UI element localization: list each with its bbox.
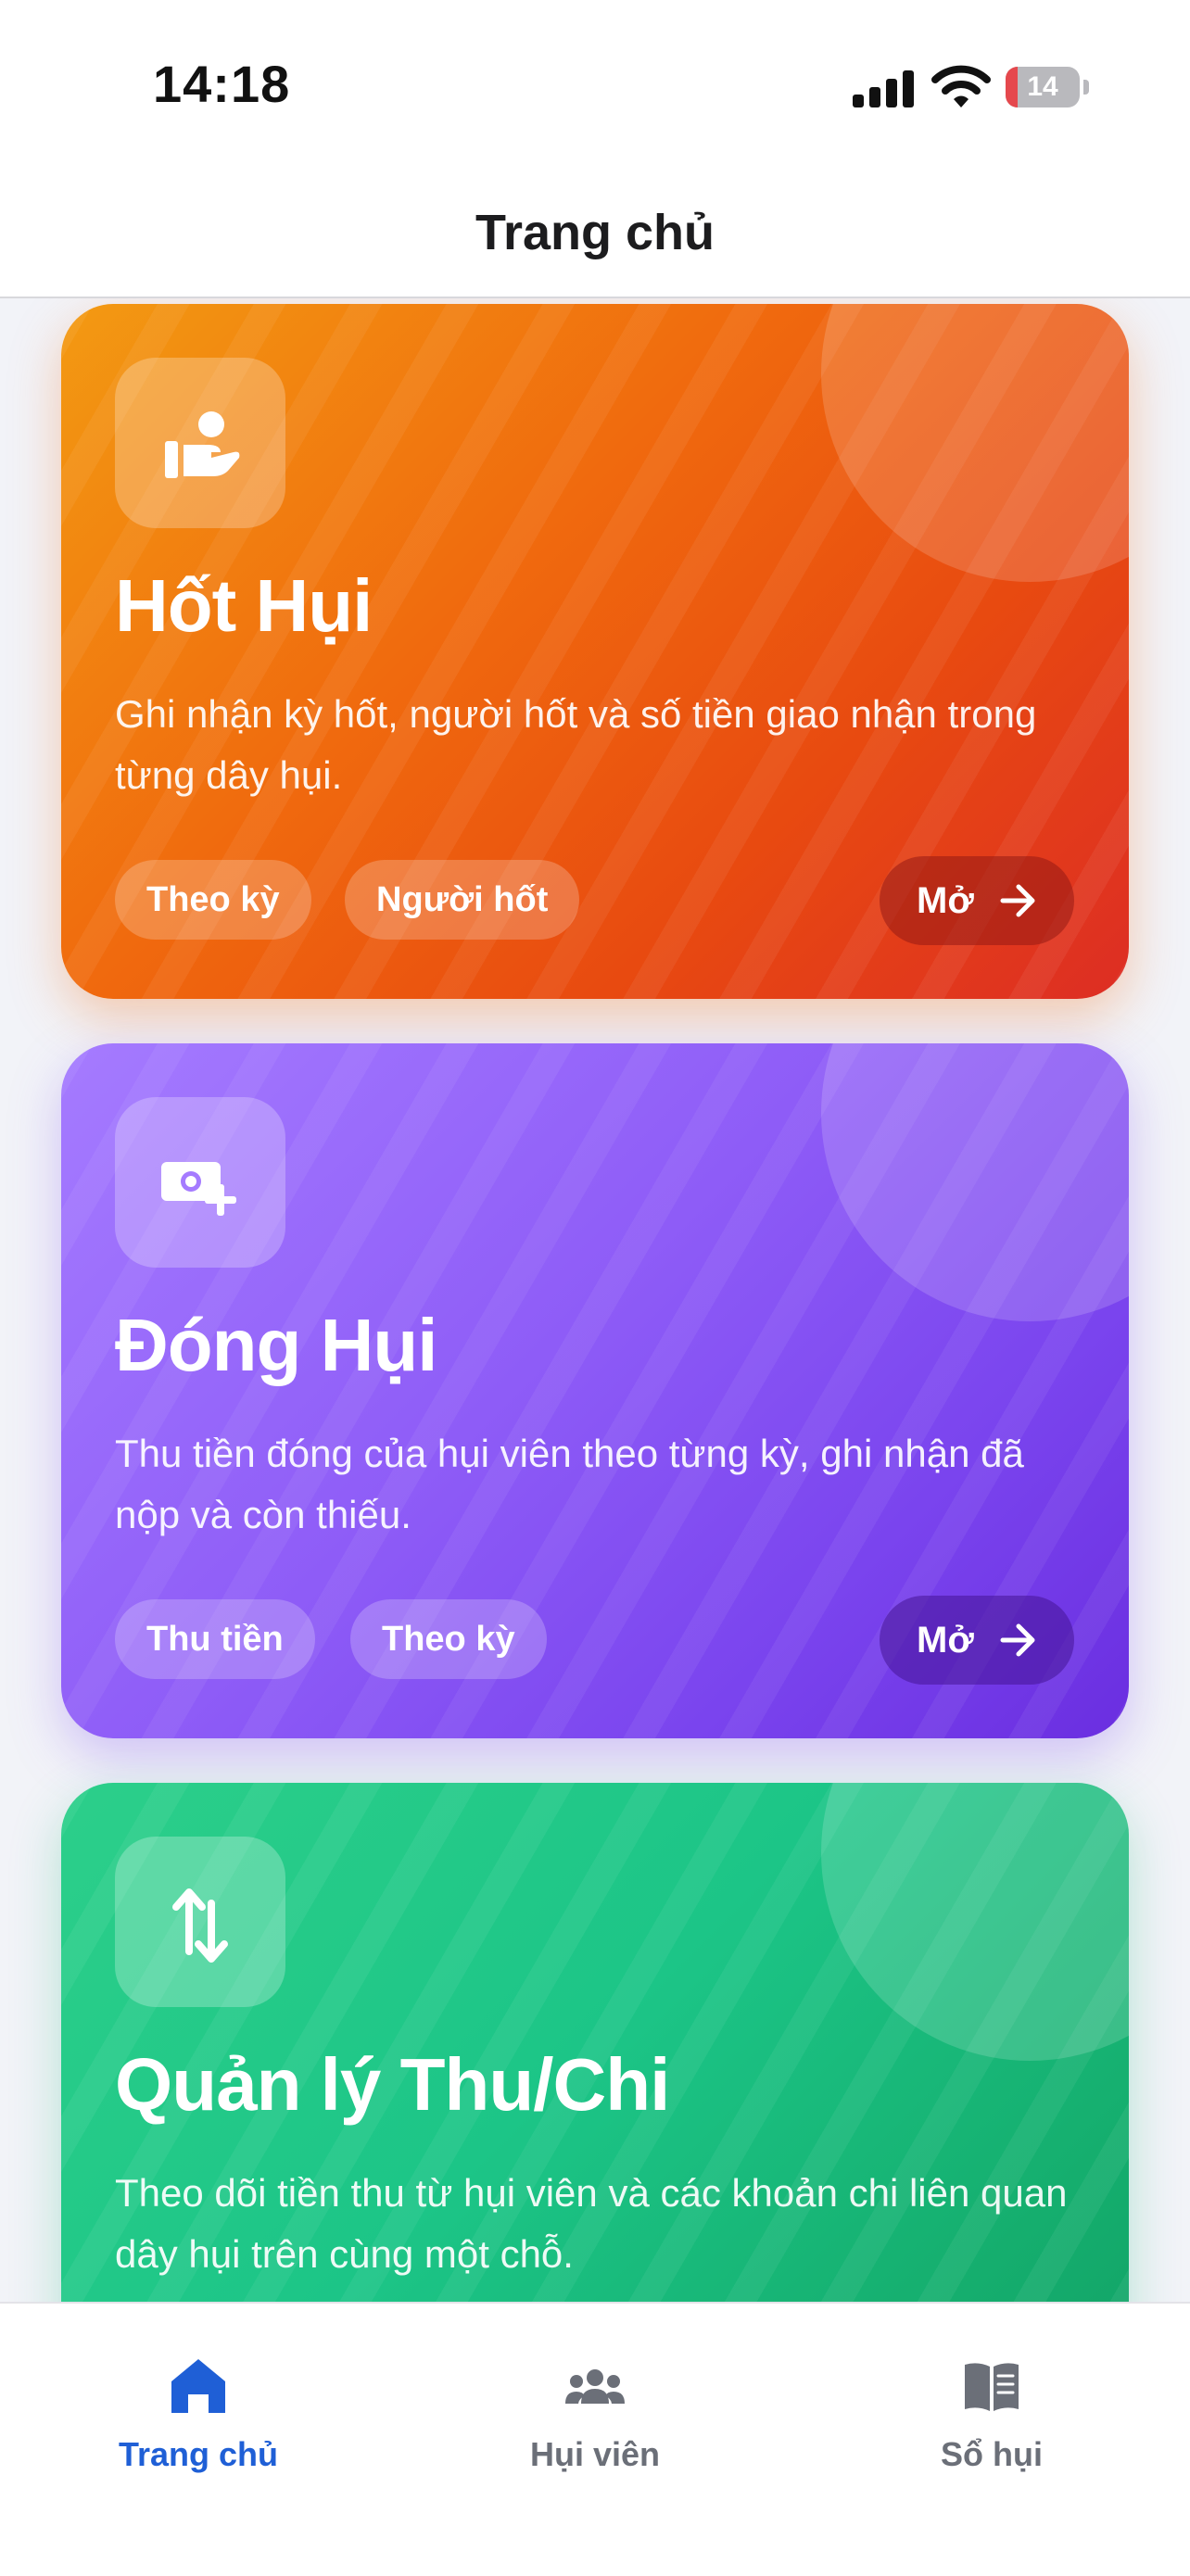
status-time: 14:18 bbox=[153, 55, 291, 113]
decorative-circle bbox=[821, 1043, 1129, 1321]
battery-icon: 14 bbox=[1006, 67, 1091, 107]
chip-theo-ky: Theo kỳ bbox=[115, 860, 311, 940]
tab-label: Hụi viên bbox=[529, 2435, 661, 2473]
tab-label: Sổ hụi bbox=[941, 2435, 1043, 2473]
transfer-arrows-icon bbox=[172, 1888, 228, 1963]
battery-level: 14 bbox=[1027, 71, 1058, 102]
tab-hui-vien[interactable]: Hụi viên bbox=[397, 2304, 793, 2489]
card-icon-container bbox=[115, 358, 285, 528]
card-dong-hui[interactable]: Đóng Hụi Thu tiền đóng của hụi viên theo… bbox=[61, 1043, 1129, 1738]
card-title: Hốt Hụi bbox=[115, 564, 373, 647]
tab-label: Trang chủ bbox=[118, 2435, 279, 2473]
card-hot-hui[interactable]: Hốt Hụi Ghi nhận kỳ hốt, người hốt và số… bbox=[61, 304, 1129, 999]
open-button-label: Mở bbox=[917, 1620, 974, 1661]
card-icon-container bbox=[115, 1097, 285, 1268]
status-bar: 14:18 14 bbox=[0, 0, 1190, 176]
decorative-circle bbox=[821, 1783, 1129, 2061]
hand-user-icon bbox=[165, 411, 240, 478]
chip-thu-tien: Thu tiền bbox=[115, 1599, 315, 1679]
tab-bar: Trang chủ Hụi viên Sổ hụi bbox=[0, 2302, 1190, 2576]
money-add-icon bbox=[161, 1162, 236, 1216]
arrow-right-icon bbox=[1000, 884, 1035, 917]
card-quan-ly-thu-chi[interactable]: Quản lý Thu/Chi Theo dõi tiền thu từ hụi… bbox=[61, 1783, 1129, 2302]
card-description: Ghi nhận kỳ hốt, người hốt và số tiền gi… bbox=[115, 692, 1037, 797]
feature-card-list[interactable]: Hốt Hụi Ghi nhận kỳ hốt, người hốt và số… bbox=[0, 298, 1190, 2302]
arrow-right-icon bbox=[1000, 1623, 1035, 1657]
open-hot-hui-button[interactable]: Mở bbox=[880, 856, 1074, 945]
card-description: Thu tiền đóng của hụi viên theo từng kỳ,… bbox=[115, 1432, 1024, 1536]
open-dong-hui-button[interactable]: Mở bbox=[880, 1596, 1074, 1685]
card-description: Theo dõi tiền thu từ hụi viên và các kho… bbox=[115, 2171, 1068, 2276]
chip-theo-ky: Theo kỳ bbox=[350, 1599, 547, 1679]
decorative-circle bbox=[821, 304, 1129, 582]
card-title: Quản lý Thu/Chi bbox=[115, 2043, 670, 2126]
card-icon-container bbox=[115, 1837, 285, 2007]
open-button-label: Mở bbox=[917, 880, 974, 921]
tab-so-hui[interactable]: Sổ hụi bbox=[793, 2304, 1190, 2489]
group-icon bbox=[565, 2369, 625, 2404]
home-icon bbox=[171, 2359, 225, 2413]
card-title: Đóng Hụi bbox=[115, 1304, 437, 1386]
chip-nguoi-hot: Người hốt bbox=[345, 860, 580, 940]
page-title: Trang chủ bbox=[475, 205, 715, 260]
navigation-bar: Trang chủ bbox=[0, 176, 1190, 298]
cellular-signal-icon bbox=[853, 69, 914, 107]
book-icon bbox=[965, 2363, 1019, 2411]
tab-trang-chu[interactable]: Trang chủ bbox=[0, 2304, 397, 2489]
wifi-icon bbox=[931, 63, 991, 109]
